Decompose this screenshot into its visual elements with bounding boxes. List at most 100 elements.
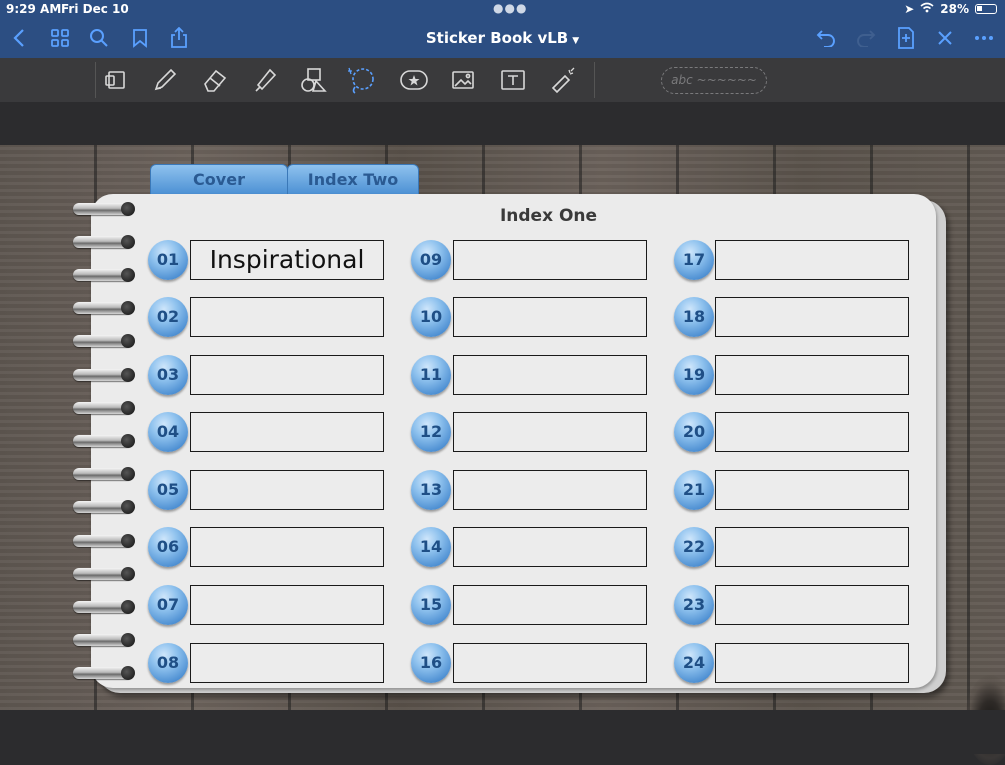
document-title[interactable]: Sticker Book vLB ▼ bbox=[380, 29, 625, 47]
status-time: 9:29 AM bbox=[6, 2, 62, 16]
text-input-tool[interactable]: abc ~~~~~~ bbox=[661, 67, 767, 94]
add-page-icon[interactable] bbox=[893, 25, 919, 51]
index-entry-field[interactable]: Inspirational bbox=[190, 240, 384, 280]
lasso-icon[interactable] bbox=[345, 65, 377, 95]
index-number-badge[interactable]: 06 bbox=[148, 527, 188, 567]
index-number-badge[interactable]: 05 bbox=[148, 470, 188, 510]
index-entry-field[interactable] bbox=[453, 585, 647, 625]
tab-index-two[interactable]: Index Two bbox=[287, 164, 419, 196]
read-mode-icon[interactable] bbox=[99, 65, 131, 95]
index-entry-field[interactable] bbox=[453, 527, 647, 567]
index-number-badge[interactable]: 09 bbox=[411, 240, 451, 280]
text-box-icon[interactable] bbox=[497, 65, 529, 95]
undo-icon[interactable] bbox=[813, 25, 839, 51]
top-bar: 9:29 AM Fri Dec 10 ●●● ➤ 28% Sticker Boo… bbox=[0, 0, 1005, 58]
index-entry-field[interactable] bbox=[453, 470, 647, 510]
status-bar: 9:29 AM Fri Dec 10 ●●● ➤ 28% bbox=[0, 0, 1005, 18]
share-icon[interactable] bbox=[166, 25, 192, 51]
nav-bar: Sticker Book vLB ▼ bbox=[0, 20, 1005, 56]
index-entry-field[interactable] bbox=[453, 240, 647, 280]
index-entry-field[interactable] bbox=[715, 470, 909, 510]
spiral-ring bbox=[73, 401, 135, 415]
canvas-top-margin bbox=[0, 102, 1005, 145]
index-entry-field[interactable] bbox=[190, 585, 384, 625]
spiral-ring bbox=[73, 368, 135, 382]
index-entry-field[interactable] bbox=[715, 240, 909, 280]
shapes-icon[interactable] bbox=[297, 65, 329, 95]
multitasking-dots-icon[interactable]: ●●● bbox=[493, 1, 527, 15]
more-options-icon[interactable] bbox=[971, 25, 997, 51]
page-title: Index One bbox=[499, 206, 598, 226]
battery-icon bbox=[975, 4, 997, 14]
location-icon: ➤ bbox=[904, 2, 915, 16]
index-entry-field[interactable] bbox=[715, 412, 909, 452]
index-number-badge[interactable]: 02 bbox=[148, 297, 188, 337]
index-entry-field[interactable] bbox=[715, 585, 909, 625]
document-title-text: Sticker Book vLB bbox=[425, 29, 569, 47]
index-number-badge[interactable]: 15 bbox=[411, 585, 451, 625]
index-number-badge[interactable]: 13 bbox=[411, 470, 451, 510]
search-icon[interactable] bbox=[86, 25, 112, 51]
spiral-ring bbox=[73, 467, 135, 481]
index-entry-field[interactable] bbox=[190, 297, 384, 337]
toolbar-divider bbox=[594, 62, 595, 98]
tab-cover[interactable]: Cover bbox=[150, 164, 288, 196]
index-number-badge[interactable]: 19 bbox=[674, 355, 714, 395]
index-entry-field[interactable] bbox=[715, 355, 909, 395]
chevron-down-icon: ▼ bbox=[572, 36, 580, 46]
index-entry-field[interactable] bbox=[190, 412, 384, 452]
index-entry-field[interactable] bbox=[453, 643, 647, 683]
battery-percent: 28% bbox=[940, 2, 969, 16]
index-number-badge[interactable]: 04 bbox=[148, 412, 188, 452]
redo-icon[interactable] bbox=[853, 25, 879, 51]
index-entry-field[interactable] bbox=[190, 470, 384, 510]
spiral-ring bbox=[73, 268, 135, 282]
index-number-badge[interactable]: 18 bbox=[674, 297, 714, 337]
index-entry-field[interactable] bbox=[715, 297, 909, 337]
index-number-badge[interactable]: 20 bbox=[674, 412, 714, 452]
index-entry-field[interactable] bbox=[453, 297, 647, 337]
index-number-badge[interactable]: 11 bbox=[411, 355, 451, 395]
highlighter-icon[interactable] bbox=[249, 65, 281, 95]
index-number-badge[interactable]: 14 bbox=[411, 527, 451, 567]
index-number-badge[interactable]: 03 bbox=[148, 355, 188, 395]
wifi-icon bbox=[920, 2, 934, 16]
pen-icon[interactable] bbox=[149, 65, 181, 95]
canvas-bottom-margin bbox=[0, 710, 1005, 754]
close-icon[interactable] bbox=[932, 25, 958, 51]
bookmark-icon[interactable] bbox=[127, 25, 153, 51]
spiral-ring bbox=[73, 567, 135, 581]
index-entry-field[interactable] bbox=[190, 643, 384, 683]
index-entry-field[interactable] bbox=[453, 355, 647, 395]
index-entry-field[interactable] bbox=[190, 527, 384, 567]
status-right: ➤ 28% bbox=[904, 2, 997, 16]
index-entry-field[interactable] bbox=[453, 412, 647, 452]
index-number-badge[interactable]: 24 bbox=[674, 643, 714, 683]
grid-icon[interactable] bbox=[47, 25, 73, 51]
spiral-ring bbox=[73, 666, 135, 680]
index-entry-field[interactable] bbox=[715, 643, 909, 683]
image-icon[interactable] bbox=[447, 65, 479, 95]
toolbar-divider bbox=[95, 62, 96, 98]
index-number-badge[interactable]: 16 bbox=[411, 643, 451, 683]
index-number-badge[interactable]: 23 bbox=[674, 585, 714, 625]
index-entry-field[interactable] bbox=[715, 527, 909, 567]
drawing-toolbar: abc ~~~~~~ bbox=[0, 58, 1005, 102]
spiral-ring bbox=[73, 235, 135, 249]
status-date: Fri Dec 10 bbox=[61, 2, 129, 16]
spiral-ring bbox=[73, 434, 135, 448]
back-chevron-icon[interactable] bbox=[6, 25, 32, 51]
index-number-badge[interactable]: 10 bbox=[411, 297, 451, 337]
spiral-ring bbox=[73, 500, 135, 514]
index-number-badge[interactable]: 22 bbox=[674, 527, 714, 567]
sticker-icon[interactable] bbox=[398, 65, 430, 95]
index-number-badge[interactable]: 01 bbox=[148, 240, 188, 280]
eraser-icon[interactable] bbox=[199, 65, 231, 95]
index-number-badge[interactable]: 12 bbox=[411, 412, 451, 452]
index-number-badge[interactable]: 17 bbox=[674, 240, 714, 280]
index-entry-field[interactable] bbox=[190, 355, 384, 395]
laser-pointer-icon[interactable] bbox=[547, 65, 579, 95]
index-number-badge[interactable]: 08 bbox=[148, 643, 188, 683]
index-number-badge[interactable]: 07 bbox=[148, 585, 188, 625]
index-number-badge[interactable]: 21 bbox=[674, 470, 714, 510]
